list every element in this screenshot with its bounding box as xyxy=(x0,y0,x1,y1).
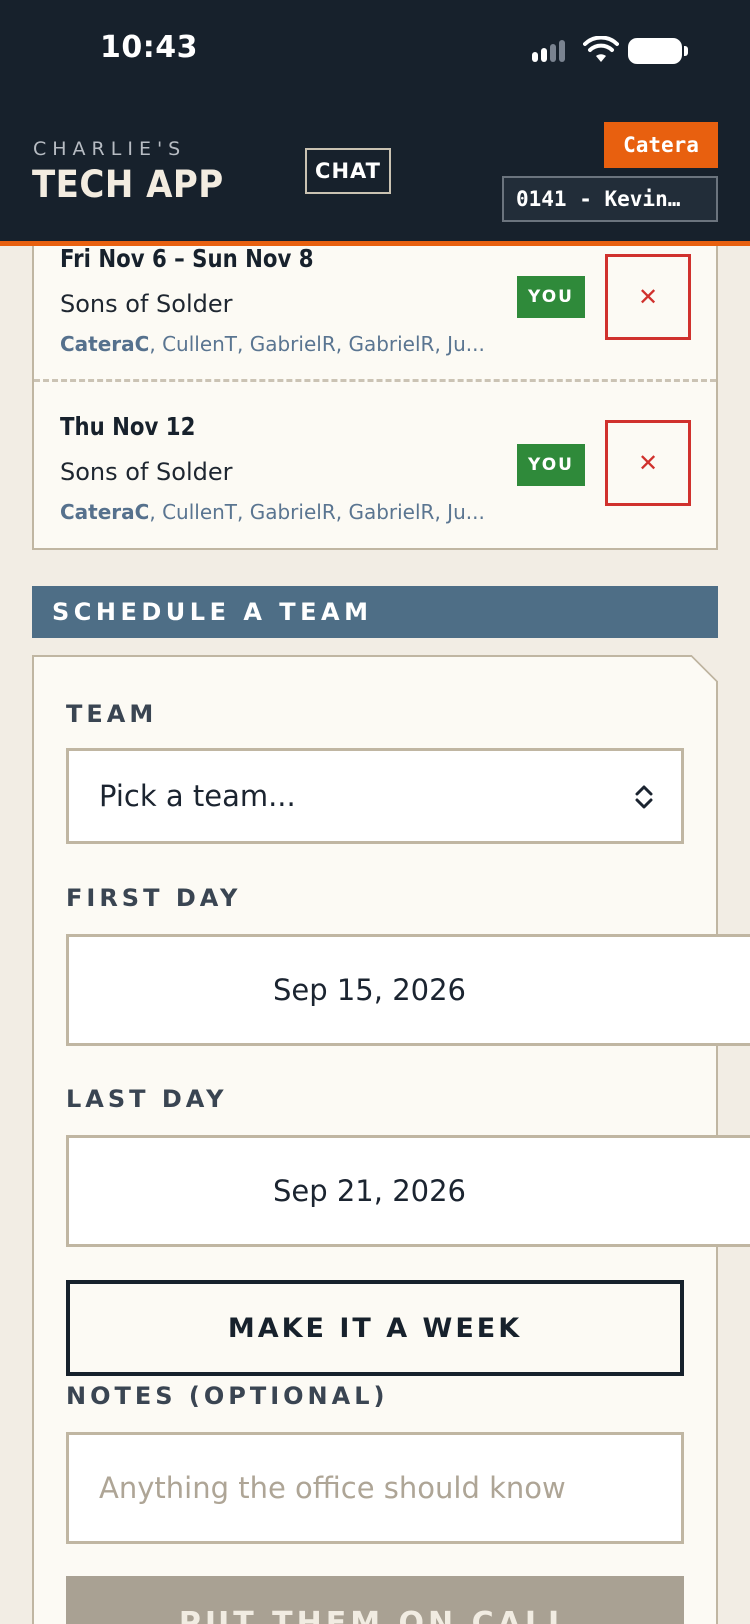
crew-member-link[interactable]: CateraC xyxy=(60,332,150,356)
chevron-up-down-icon xyxy=(635,785,653,809)
remove-booking-button[interactable]: ✕ xyxy=(605,420,691,506)
crew-member-link[interactable]: Ju... xyxy=(447,500,485,524)
booking-date: Fri Nov 6 – Sun Nov 8 xyxy=(60,244,314,273)
crew-member-link[interactable]: CullenT xyxy=(162,332,238,356)
last-day-field[interactable]: Sep 21, 2026 xyxy=(66,1135,750,1247)
battery-icon xyxy=(628,38,688,64)
last-day-label: LAST DAY xyxy=(66,1085,228,1113)
remove-booking-button[interactable]: ✕ xyxy=(605,254,691,340)
app-header: 10:43 CHARLIE'S TECH APP CHAT Catera 014… xyxy=(0,0,750,246)
close-icon: ✕ xyxy=(637,449,659,477)
crew-member-link[interactable]: Ju... xyxy=(447,332,485,356)
status-time: 10:43 xyxy=(100,30,198,65)
crew-member-link[interactable]: GabrielR xyxy=(249,500,336,524)
wifi-icon xyxy=(583,36,619,62)
first-day-label: FIRST DAY xyxy=(66,884,242,912)
team-select[interactable]: Pick a team... xyxy=(66,748,684,844)
booking-date: Thu Nov 12 xyxy=(60,412,196,441)
close-icon: ✕ xyxy=(637,283,659,311)
you-badge: YOU xyxy=(517,276,585,318)
team-label: TEAM xyxy=(66,700,158,728)
crew-member-link[interactable]: GabrielR xyxy=(348,500,435,524)
booking-team: Sons of Solder xyxy=(60,458,233,486)
booking-crew: CateraC, CullenT, GabrielR, GabrielR, Ju… xyxy=(60,500,500,524)
crew-member-link[interactable]: GabrielR xyxy=(249,332,336,356)
user-badge[interactable]: Catera xyxy=(604,122,718,168)
brand-title: TECH APP xyxy=(32,163,224,206)
crew-member-link[interactable]: CullenT xyxy=(162,500,238,524)
booking-list: Fri Nov 6 – Sun Nov 8 Sons of Solder Cat… xyxy=(32,230,718,550)
crew-member-link[interactable]: GabrielR xyxy=(348,332,435,356)
card-corner-fold xyxy=(690,655,718,683)
brand-subtitle: CHARLIE'S xyxy=(33,138,187,160)
booking-item: Fri Nov 6 – Sun Nov 8 Sons of Solder Cat… xyxy=(34,230,716,382)
chat-button[interactable]: CHAT xyxy=(305,148,391,194)
you-badge: YOU xyxy=(517,444,585,486)
cellular-signal-icon xyxy=(532,40,572,62)
submit-button[interactable]: PUT THEM ON CALL xyxy=(66,1576,684,1624)
booking-crew: CateraC, CullenT, GabrielR, GabrielR, Ju… xyxy=(60,332,500,356)
notes-label: NOTES (OPTIONAL) xyxy=(66,1382,389,1410)
first-day-field[interactable]: Sep 15, 2026 xyxy=(66,934,750,1046)
section-header: SCHEDULE A TEAM xyxy=(32,586,718,638)
booking-item: Thu Nov 12 Sons of Solder CateraC, Culle… xyxy=(34,382,716,548)
booking-team: Sons of Solder xyxy=(60,290,233,318)
notes-field[interactable] xyxy=(66,1432,684,1544)
store-selector[interactable]: 0141 - Kevin… xyxy=(502,176,718,222)
make-week-button[interactable]: MAKE IT A WEEK xyxy=(66,1280,684,1376)
notes-input[interactable] xyxy=(99,1471,681,1505)
crew-member-link[interactable]: CateraC xyxy=(60,500,150,524)
team-select-value: Pick a team... xyxy=(99,779,296,813)
